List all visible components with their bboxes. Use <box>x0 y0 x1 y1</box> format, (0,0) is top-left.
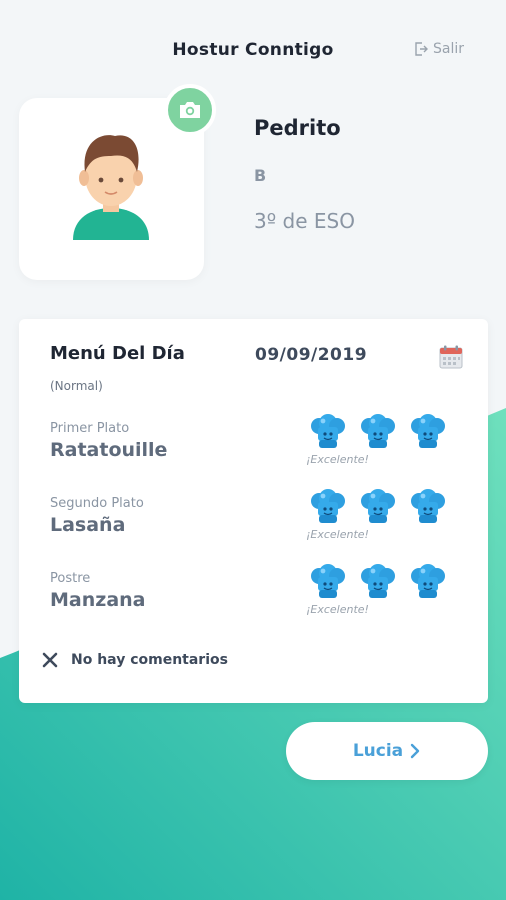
avatar <box>73 135 149 240</box>
comments-status: No hay comentarios <box>41 651 228 669</box>
chef-hat-icon[interactable] <box>359 488 397 526</box>
camera-icon <box>180 102 200 118</box>
logout-icon <box>415 42 428 56</box>
student-name: Pedrito <box>254 116 341 140</box>
dish-first-course: Primer Plato Ratatouille <box>50 421 167 461</box>
menu-title: Menú Del Día <box>50 343 185 364</box>
comments-text: No hay comentarios <box>71 652 228 668</box>
logout-label: Salir <box>432 41 464 57</box>
chef-hat-icon[interactable] <box>409 488 447 526</box>
student-group: B <box>254 166 267 185</box>
chef-hat-icon[interactable] <box>359 413 397 451</box>
dish-dessert: Postre Manzana <box>50 571 145 611</box>
menu-date: 09/09/2019 <box>255 345 368 365</box>
rating-verdict: ¡Excelente! <box>306 453 369 466</box>
dish-label: Segundo Plato <box>50 496 144 511</box>
next-student-label: Lucia <box>352 741 404 761</box>
calendar-icon[interactable] <box>439 345 463 369</box>
change-photo-button[interactable] <box>164 84 216 136</box>
chef-hat-icon[interactable] <box>409 413 447 451</box>
chef-hat-icon[interactable] <box>309 413 347 451</box>
chef-hat-icon[interactable] <box>359 563 397 601</box>
next-student-button[interactable]: Lucia <box>286 722 488 780</box>
rating-verdict: ¡Excelente! <box>306 603 369 616</box>
chevron-right-icon <box>410 743 420 759</box>
dish-name: Lasaña <box>50 514 126 536</box>
close-icon <box>42 652 58 668</box>
dish-name: Manzana <box>50 589 146 611</box>
dish-label: Primer Plato <box>50 421 130 436</box>
dish-name: Ratatouille <box>50 439 168 461</box>
rating-dessert: ¡Excelente! <box>306 563 447 616</box>
rating-second-course: ¡Excelente! <box>306 488 447 541</box>
rating-verdict: ¡Excelente! <box>306 528 369 541</box>
dish-label: Postre <box>50 571 91 586</box>
chef-hat-icon[interactable] <box>309 563 347 601</box>
menu-type: (Normal) <box>50 379 103 393</box>
header: Hostur Conntigo Salir <box>0 36 506 66</box>
student-class: 3º de ESO <box>254 209 355 233</box>
logout-button[interactable]: Salir <box>413 41 464 57</box>
rating-first-course: ¡Excelente! <box>306 413 447 466</box>
dish-second-course: Segundo Plato Lasaña <box>50 496 144 536</box>
menu-card: Menú Del Día 09/09/2019 (Normal) Primer … <box>19 319 488 703</box>
chef-hat-icon[interactable] <box>309 488 347 526</box>
chef-hat-icon[interactable] <box>409 563 447 601</box>
